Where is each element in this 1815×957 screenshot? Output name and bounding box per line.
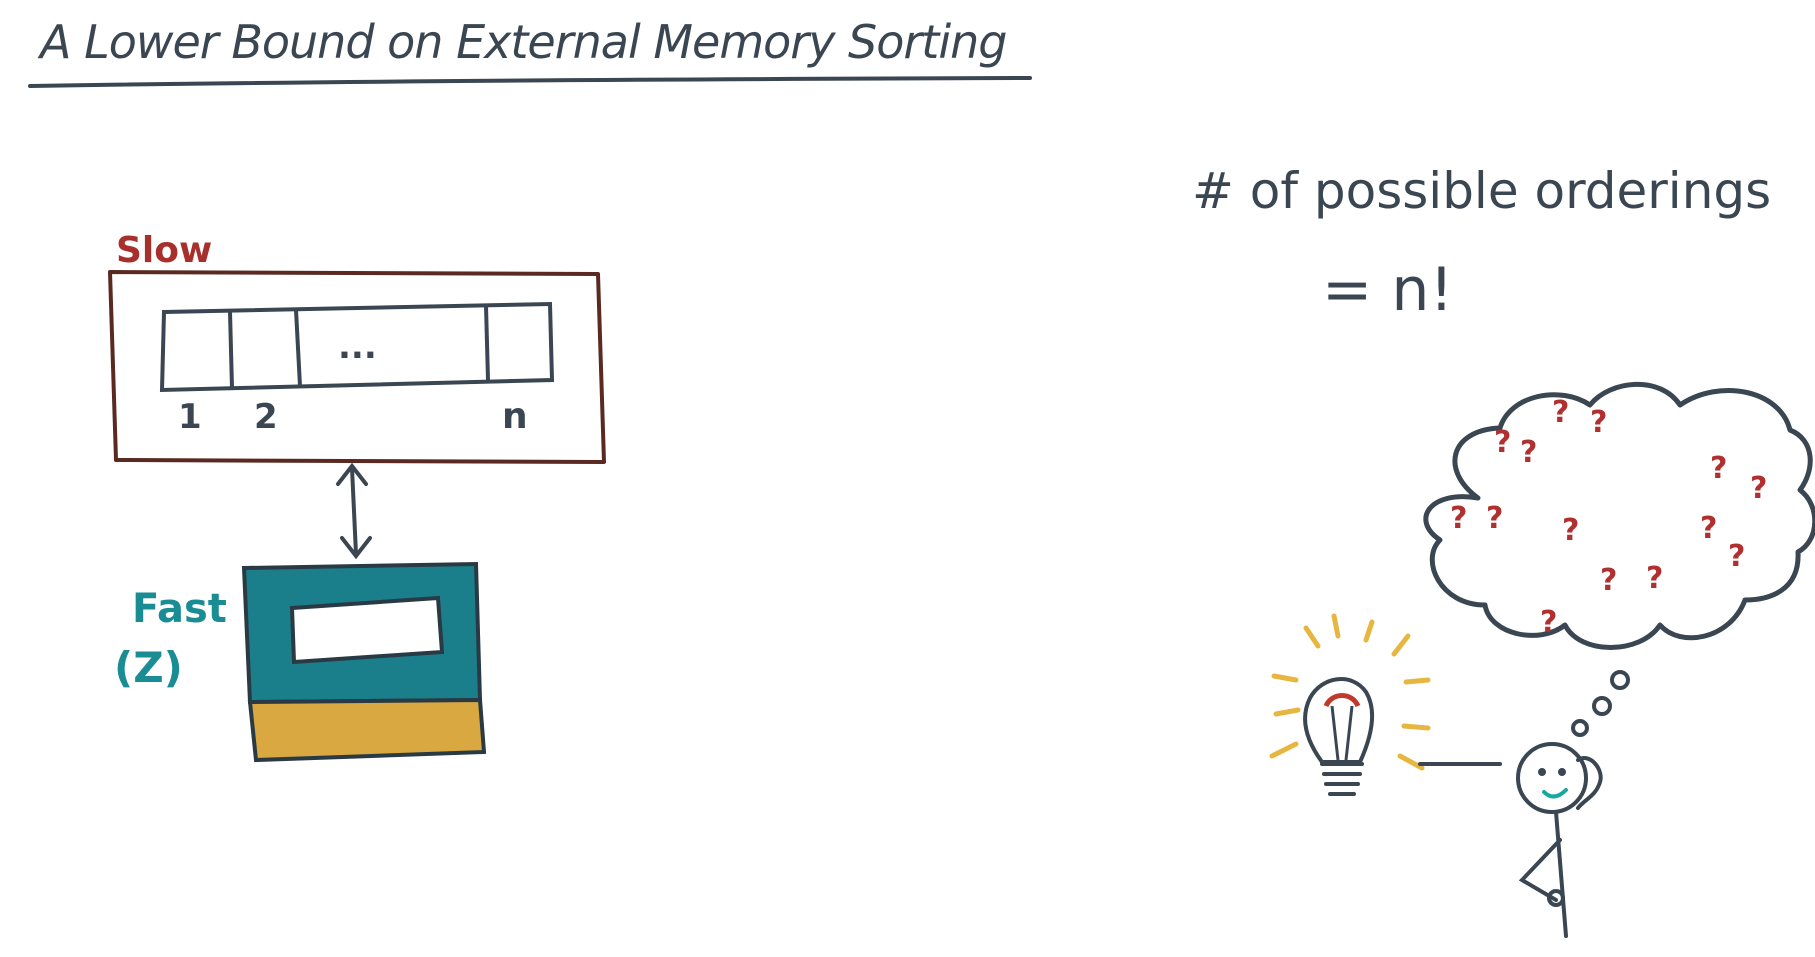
question-marks: ? ? ? ? ? ? ? ? ? ? ? ? ? ? bbox=[1450, 395, 1767, 640]
question-mark: ? bbox=[1520, 435, 1537, 470]
question-mark: ? bbox=[1590, 405, 1607, 440]
question-mark: ? bbox=[1562, 513, 1579, 548]
question-mark: ? bbox=[1552, 395, 1569, 430]
fast-label: Fast bbox=[132, 586, 227, 632]
whiteboard-canvas: A Lower Bound on External Memory Sorting… bbox=[28, 15, 1815, 938]
question-mark: ? bbox=[1486, 501, 1503, 536]
orderings-text: # of possible orderings bbox=[1192, 162, 1771, 220]
thought-cloud bbox=[1423, 381, 1815, 650]
question-mark: ? bbox=[1450, 501, 1467, 536]
slow-label: Slow bbox=[116, 230, 212, 271]
question-mark: ? bbox=[1700, 511, 1717, 546]
cell-label-1: 1 bbox=[178, 397, 202, 437]
cell-ellipsis: ... bbox=[338, 327, 377, 367]
question-mark: ? bbox=[1728, 539, 1745, 574]
fast-memory-box bbox=[241, 561, 487, 763]
question-mark: ? bbox=[1750, 471, 1767, 506]
page-title: A Lower Bound on External Memory Sorting bbox=[37, 15, 1006, 69]
fast-size-label: (Z) bbox=[114, 643, 183, 692]
question-mark: ? bbox=[1600, 563, 1617, 598]
question-mark: ? bbox=[1540, 605, 1557, 640]
stick-figure bbox=[1516, 742, 1603, 938]
cell-label-n: n bbox=[502, 396, 528, 437]
question-mark: ? bbox=[1646, 561, 1663, 596]
lightbulb-icon bbox=[1269, 613, 1431, 796]
thought-bubbles bbox=[1571, 670, 1630, 737]
question-mark: ? bbox=[1494, 425, 1511, 460]
cache-block bbox=[289, 595, 445, 665]
transfer-arrow bbox=[336, 462, 372, 560]
question-mark: ? bbox=[1710, 451, 1727, 486]
orderings-equals: = n! bbox=[1322, 255, 1453, 325]
cell-label-2: 2 bbox=[254, 397, 278, 437]
title-underline bbox=[28, 76, 1032, 88]
